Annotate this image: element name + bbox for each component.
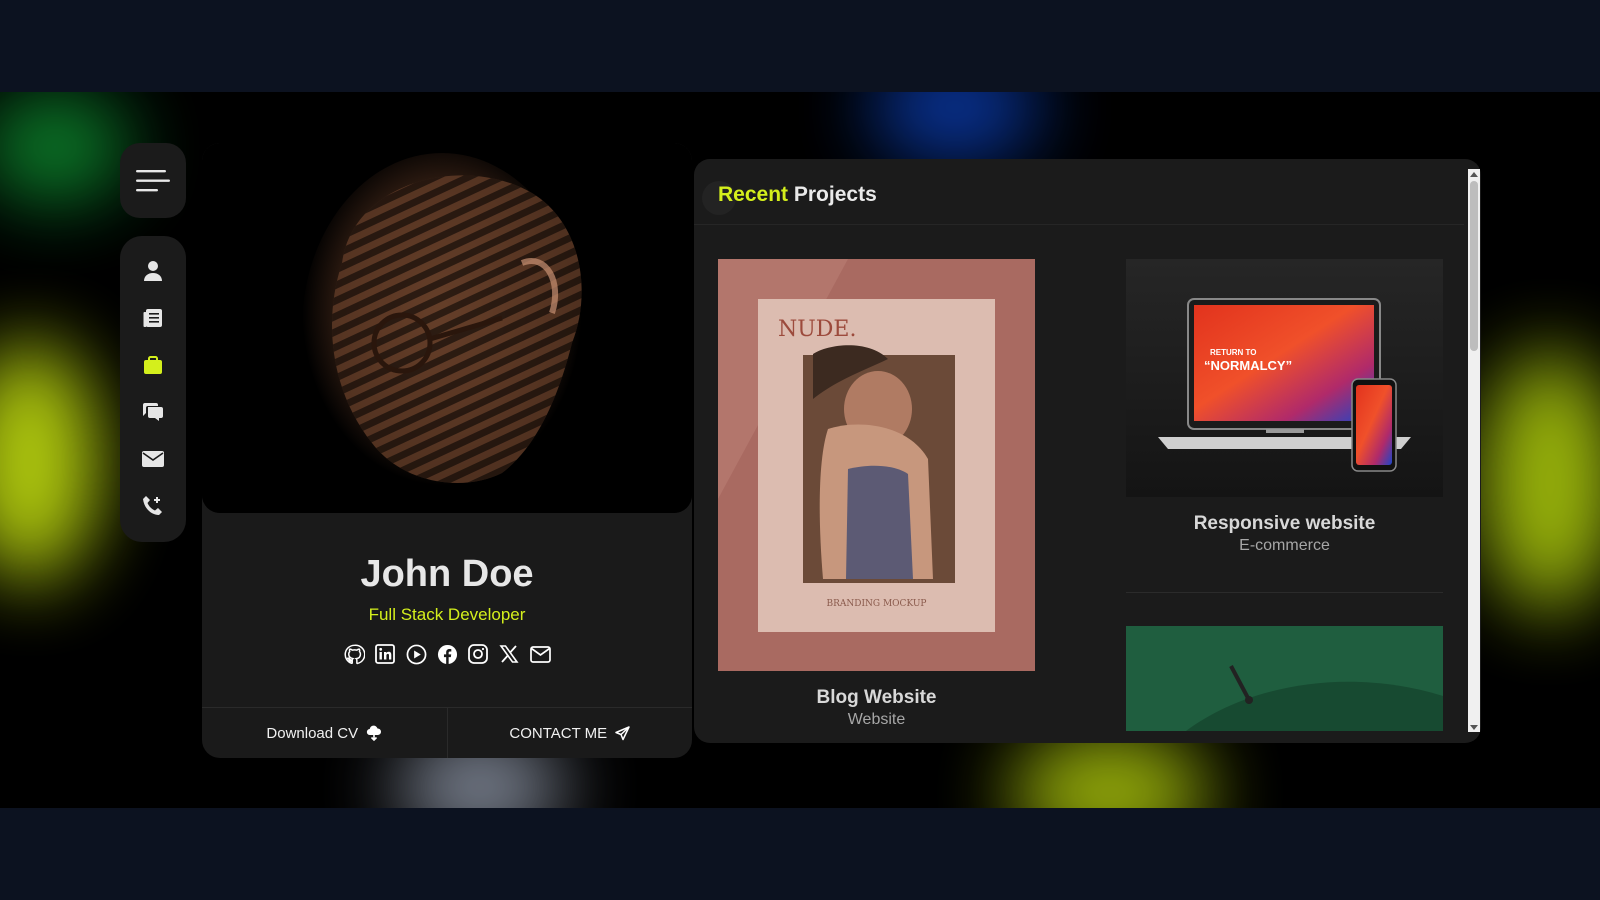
profile-photo [202,143,692,513]
email-link[interactable] [529,643,551,665]
youtube-link[interactable] [405,643,427,665]
projects-title-accent: Recent [718,183,789,206]
hamburger-icon [136,169,170,191]
play-icon [406,644,426,664]
profile-actions: Download CV CONTACT ME [202,707,692,758]
scroll-up-arrow[interactable] [1468,169,1480,179]
caret-up-icon [1470,171,1478,177]
scroll-thumb[interactable] [1470,181,1478,351]
instagram-link[interactable] [467,643,489,665]
instagram-icon [468,644,488,664]
resume-icon [143,309,162,327]
recent-projects-panel: Recent Projects NUDE. BRANDING MOCKUP Bl… [694,159,1481,743]
contact-me-button[interactable]: CONTACT ME [446,708,693,758]
linkedin-link[interactable] [374,643,396,665]
mail-icon [529,645,551,663]
project-title-responsive: Responsive website [1193,513,1376,534]
project-thumbnail-responsive: RETURN TO “NORMALCY” [1126,259,1443,497]
cloud-download-icon [366,725,382,741]
yellow-glow-left [0,342,100,582]
project-card-responsive[interactable]: RETURN TO “NORMALCY” Responsive website … [1126,259,1443,569]
facebook-icon [437,644,457,664]
projects-title: Recent Projects [718,183,877,207]
chat-icon [143,403,163,421]
card-divider [1126,592,1443,593]
project-subtitle-responsive: E-commerce [1239,537,1330,554]
nav-contact[interactable] [138,444,168,474]
mockup-caption-text: BRANDING MOCKUP [826,599,927,609]
linkedin-icon [375,644,395,664]
side-navigation [120,236,186,542]
projects-header: Recent Projects [694,159,1464,225]
profile-role: Full Stack Developer [368,605,526,624]
scroll-down-arrow[interactable] [1468,722,1480,732]
screen-kicker-text: RETURN TO [1210,348,1257,357]
project-subtitle-blog: Website [847,711,906,728]
facebook-link[interactable] [436,643,458,665]
projects-scrollbar[interactable] [1468,169,1480,732]
phone-icon [143,496,162,515]
nav-about[interactable] [138,256,168,286]
x-link[interactable] [498,643,520,665]
project-thumbnail-third [1126,626,1443,731]
x-icon [499,645,519,663]
user-icon [144,261,162,281]
menu-toggle-button[interactable] [120,143,186,218]
nav-call[interactable] [138,491,168,521]
nav-resume[interactable] [138,303,168,333]
nav-portfolio[interactable] [138,350,168,380]
profile-card: John Doe Full Stack Developer Download C… [202,143,692,758]
project-thumbnail-blog: NUDE. BRANDING MOCKUP [718,259,1035,671]
github-icon [343,644,365,664]
blue-glow [870,92,1040,162]
mockup-brand-text: NUDE. [778,317,857,342]
project-card-third[interactable] [1126,626,1443,731]
yellow-glow-bottom [1010,732,1210,808]
github-link[interactable] [343,643,365,665]
download-cv-label: Download CV [266,724,359,742]
download-cv-button[interactable]: Download CV [202,708,447,758]
screen-headline-text: “NORMALCY” [1204,358,1293,373]
send-icon [615,725,630,740]
green-glow [0,92,130,202]
social-links [202,643,692,665]
profile-name: John Doe [360,553,534,595]
nav-blog[interactable] [138,397,168,427]
project-card-blog[interactable]: NUDE. BRANDING MOCKUP Blog Website Websi… [718,259,1035,739]
project-title-blog: Blog Website [816,687,937,708]
contact-me-label: CONTACT ME [509,724,608,742]
projects-title-rest: Projects [793,183,877,206]
caret-down-icon [1470,724,1478,730]
briefcase-icon [144,355,162,374]
envelope-icon [142,451,164,467]
yellow-glow-right [1480,352,1600,612]
